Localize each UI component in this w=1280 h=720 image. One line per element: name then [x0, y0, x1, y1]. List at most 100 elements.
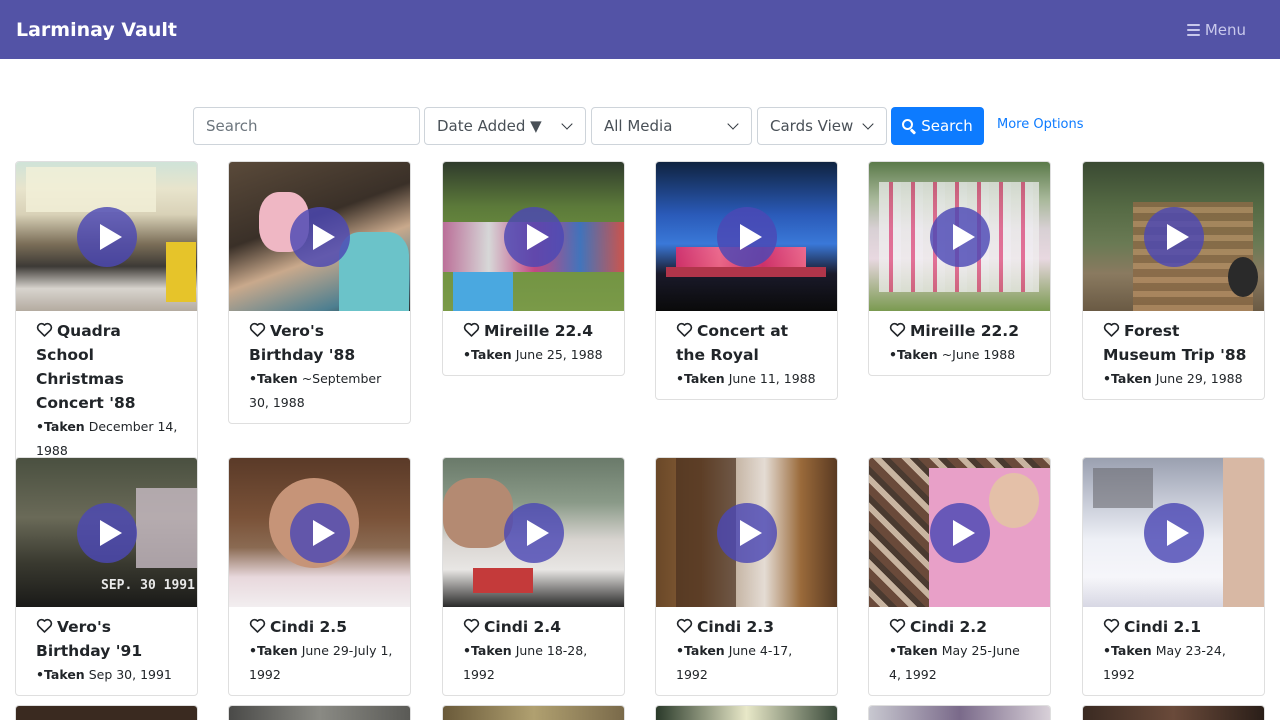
video-title[interactable]: Cindi 2.4 [463, 615, 608, 639]
taken-date: •Taken June 25, 1988 [463, 343, 608, 367]
heart-icon[interactable] [36, 618, 53, 633]
video-title[interactable]: Cindi 2.5 [249, 615, 394, 639]
video-title[interactable]: Cindi 2.1 [1103, 615, 1248, 639]
thumb-detail [443, 478, 513, 548]
thumb-detail [666, 267, 826, 277]
video-card[interactable] [442, 705, 625, 720]
play-icon[interactable] [76, 206, 137, 267]
video-thumbnail[interactable] [869, 458, 1050, 607]
play-icon[interactable] [1143, 206, 1204, 267]
search-input[interactable]: Search [193, 107, 420, 145]
video-card[interactable]: Cindi 2.1 •Taken May 23-24, 1992 [1082, 457, 1265, 696]
video-thumbnail[interactable] [656, 458, 837, 607]
video-thumbnail[interactable] [869, 162, 1050, 311]
video-title[interactable]: Forest Museum Trip '88 [1103, 319, 1248, 367]
taken-date: •Taken May 23-24, 1992 [1103, 639, 1248, 687]
video-thumbnail[interactable] [16, 162, 197, 311]
video-thumbnail[interactable]: SEP. 30 1991 [16, 458, 197, 607]
play-icon[interactable] [503, 502, 564, 563]
video-card[interactable] [655, 705, 838, 720]
video-title[interactable]: Vero's Birthday '91 [36, 615, 181, 663]
heart-icon[interactable] [889, 322, 906, 337]
video-card[interactable]: Forest Museum Trip '88 •Taken June 29, 1… [1082, 161, 1265, 400]
play-icon[interactable] [929, 502, 990, 563]
search-icon [902, 119, 917, 135]
heart-icon[interactable] [36, 322, 53, 337]
video-thumbnail[interactable] [1083, 706, 1264, 720]
view-select-value: Cards View [770, 117, 854, 135]
play-icon[interactable] [1143, 502, 1204, 563]
video-thumbnail[interactable] [443, 458, 624, 607]
play-icon[interactable] [716, 206, 777, 267]
media-select[interactable]: All Media [591, 107, 752, 145]
video-card[interactable]: Concert at the Royal •Taken June 11, 198… [655, 161, 838, 400]
video-card[interactable] [1082, 705, 1265, 720]
video-thumbnail[interactable] [656, 706, 837, 720]
heart-icon[interactable] [463, 618, 480, 633]
video-card[interactable]: Cindi 2.5 •Taken June 29-July 1, 1992 [228, 457, 411, 696]
taken-value: Sep 30, 1991 [88, 667, 172, 682]
video-thumbnail[interactable] [656, 162, 837, 311]
taken-label: •Taken [463, 643, 512, 658]
brand-logo[interactable]: Larminay Vault [16, 19, 177, 41]
play-icon[interactable] [76, 502, 137, 563]
video-thumbnail[interactable] [16, 706, 197, 720]
video-card[interactable]: Cindi 2.3 •Taken June 4-17, 1992 [655, 457, 838, 696]
heart-icon[interactable] [249, 618, 266, 633]
video-title[interactable]: Concert at the Royal [676, 319, 821, 367]
play-icon[interactable] [929, 206, 990, 267]
heart-icon[interactable] [1103, 322, 1120, 337]
heart-icon[interactable] [1103, 618, 1120, 633]
video-card[interactable]: Mireille 22.4 •Taken June 25, 1988 [442, 161, 625, 376]
video-thumbnail[interactable] [229, 162, 410, 311]
video-card[interactable]: Vero's Birthday '88 •Taken ~September 30… [228, 161, 411, 424]
video-card[interactable]: Mireille 22.2 •Taken ~June 1988 [868, 161, 1051, 376]
video-thumbnail[interactable] [1083, 458, 1264, 607]
menu-button[interactable]: Menu [1186, 21, 1246, 39]
video-card[interactable]: Quadra School Christmas Concert '88 •Tak… [15, 161, 198, 472]
heart-icon[interactable] [676, 322, 693, 337]
play-icon[interactable] [289, 502, 350, 563]
view-select[interactable]: Cards View [757, 107, 887, 145]
video-thumbnail[interactable] [229, 706, 410, 720]
video-thumbnail[interactable] [443, 706, 624, 720]
heart-icon[interactable] [889, 618, 906, 633]
video-card[interactable]: Cindi 2.4 •Taken June 18-28, 1992 [442, 457, 625, 696]
taken-date: •Taken June 18-28, 1992 [463, 639, 608, 687]
taken-value: June 11, 1988 [728, 371, 816, 386]
video-title[interactable]: Cindi 2.2 [889, 615, 1034, 639]
play-icon[interactable] [716, 502, 777, 563]
video-thumbnail[interactable] [1083, 162, 1264, 311]
taken-date: •Taken Sep 30, 1991 [36, 663, 181, 687]
sort-select[interactable]: Date Added ▼ [424, 107, 586, 145]
video-card[interactable]: SEP. 30 1991 Vero's Birthday '91 •Taken … [15, 457, 198, 696]
video-title-text: Cindi 2.2 [910, 618, 987, 636]
search-button[interactable]: Search [891, 107, 984, 145]
taken-label: •Taken [463, 347, 512, 362]
taken-label: •Taken [676, 371, 725, 386]
video-card[interactable] [868, 705, 1051, 720]
taken-label: •Taken [249, 371, 298, 386]
video-title[interactable]: Cindi 2.3 [676, 615, 821, 639]
video-card[interactable] [228, 705, 411, 720]
video-thumbnail[interactable] [869, 706, 1050, 720]
taken-date: •Taken June 4-17, 1992 [676, 639, 821, 687]
heart-icon[interactable] [463, 322, 480, 337]
video-card[interactable]: Cindi 2.2 •Taken May 25-June 4, 1992 [868, 457, 1051, 696]
thumb-detail [136, 488, 197, 568]
chevron-down-icon [561, 118, 573, 130]
heart-icon[interactable] [676, 618, 693, 633]
video-title-text: Cindi 2.1 [1124, 618, 1201, 636]
video-title[interactable]: Mireille 22.2 [889, 319, 1034, 343]
video-title[interactable]: Mireille 22.4 [463, 319, 608, 343]
video-thumbnail[interactable] [443, 162, 624, 311]
video-card[interactable] [15, 705, 198, 720]
video-thumbnail[interactable] [229, 458, 410, 607]
video-title[interactable]: Quadra School Christmas Concert '88 [36, 319, 181, 415]
play-icon[interactable] [289, 206, 350, 267]
more-options-link[interactable]: More Options [997, 117, 1084, 132]
video-title[interactable]: Vero's Birthday '88 [249, 319, 394, 367]
heart-icon[interactable] [249, 322, 266, 337]
play-icon[interactable] [503, 206, 564, 267]
taken-label: •Taken [1103, 643, 1152, 658]
